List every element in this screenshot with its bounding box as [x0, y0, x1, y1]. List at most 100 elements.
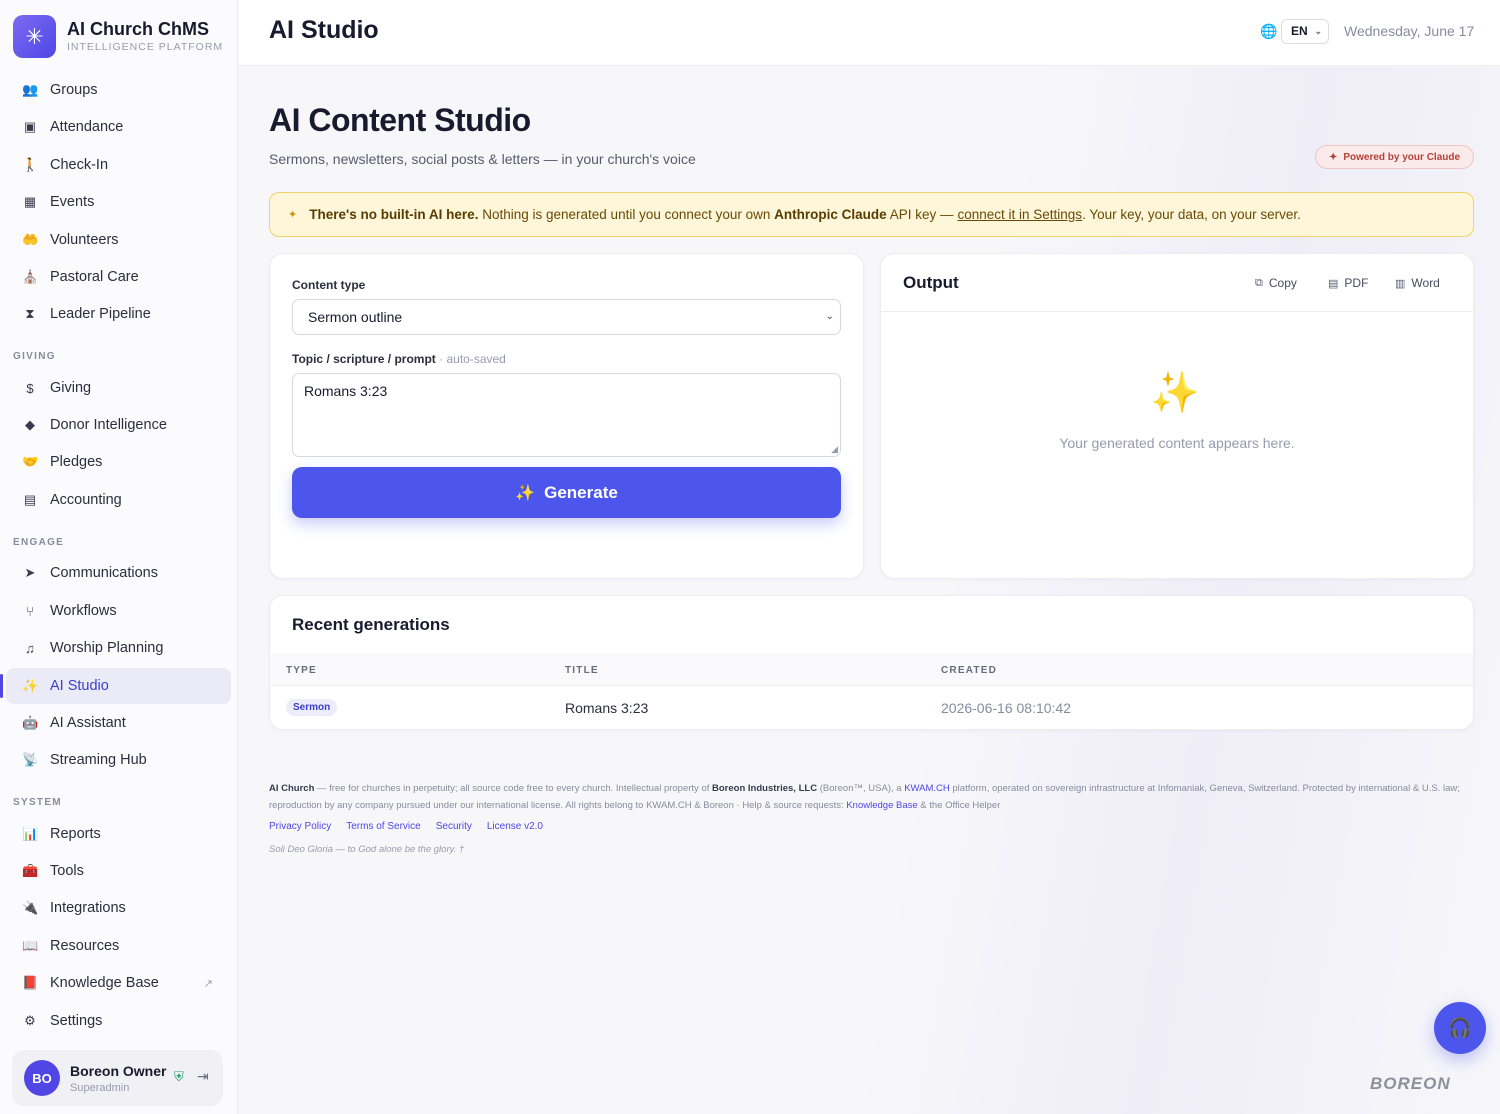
sidebar-item-check-in[interactable]: 🚶 Check-In [6, 147, 231, 183]
pdf-icon: ▤ [1328, 277, 1339, 290]
pastoral-care-icon: ⛪ [22, 269, 39, 284]
license-link[interactable]: License v2.0 [487, 821, 543, 832]
user-role: Superadmin [70, 1081, 130, 1094]
sidebar-item-label: Groups [50, 82, 98, 98]
sidebar-item-resources[interactable]: 📖 Resources [6, 928, 231, 964]
sidebar-item-leader-pipeline[interactable]: ⧗ Leader Pipeline [6, 296, 231, 332]
user-name: Boreon Owner [70, 1062, 167, 1079]
column-header-type: TYPE [286, 665, 317, 676]
headset-icon: 🎧 [1448, 1018, 1472, 1039]
prompt-textarea[interactable]: Romans 3:23 ◢ [292, 373, 841, 457]
help-chat-button[interactable]: 🎧 [1434, 1002, 1486, 1054]
sidebar-item-events[interactable]: ▦ Events [6, 184, 231, 220]
row-created: 2026-06-16 08:10:42 [941, 700, 1071, 716]
pdf-label: PDF [1344, 276, 1369, 290]
sidebar-item-workflows[interactable]: ⑂ Workflows [6, 593, 231, 629]
boreon-watermark: BOREON [1370, 1074, 1451, 1093]
row-title[interactable]: Romans 3:23 [565, 700, 648, 716]
sidebar-item-label: Leader Pipeline [50, 306, 151, 322]
sidebar-item-label: Giving [50, 380, 92, 396]
avatar: BO [24, 1060, 60, 1096]
sidebar-item-label: AI Studio [50, 678, 109, 694]
settings-link[interactable]: connect it in Settings [957, 207, 1082, 222]
sidebar-item-volunteers[interactable]: 🤲 Volunteers [6, 222, 231, 258]
sidebar-item-reports[interactable]: 📊 Reports [6, 816, 231, 852]
no-ai-notice: ✦ There's no built-in AI here. Nothing i… [269, 192, 1474, 237]
plug-icon: 🔌 [22, 900, 39, 915]
sidebar-item-label: Accounting [50, 492, 122, 508]
kwam-link[interactable]: KWAM.CH [904, 783, 950, 794]
copy-button[interactable]: ⧉ Copy [1255, 276, 1297, 290]
resize-handle-icon[interactable]: ◢ [831, 444, 838, 455]
knowledge-book-icon: 📕 [22, 975, 39, 990]
sidebar-item-streaming-hub[interactable]: 📡 Streaming Hub [6, 742, 231, 778]
page-heading: AI Content Studio [269, 102, 531, 138]
sidebar-item-label: Integrations [50, 900, 126, 916]
sidebar-item-attendance[interactable]: ▣ Attendance [6, 109, 231, 145]
brand[interactable]: ✳ AI Church ChMS INTELLIGENCE PLATFORM [13, 15, 223, 58]
sidebar-item-label: Reports [50, 826, 101, 842]
sidebar-item-label: Volunteers [50, 232, 119, 248]
generate-button[interactable]: ✨ Generate [292, 467, 841, 518]
sidebar-item-accounting[interactable]: ▤ Accounting [6, 482, 231, 518]
section-label-system: SYSTEM [13, 797, 62, 808]
brand-logo-icon: ✳ [13, 15, 56, 58]
sidebar-item-label: Donor Intelligence [50, 417, 167, 433]
sidebar-item-groups[interactable]: 👥 Groups [6, 72, 231, 108]
check-in-icon: 🚶 [22, 157, 39, 172]
divider [881, 311, 1473, 312]
chart-icon: 📊 [22, 826, 39, 841]
security-link[interactable]: Security [436, 821, 472, 832]
sidebar-item-label: Events [50, 194, 95, 210]
sidebar: ✳ AI Church ChMS INTELLIGENCE PLATFORM 👥… [0, 0, 238, 1114]
section-label-giving: GIVING [13, 351, 56, 362]
sparkle-icon: ✦ [288, 209, 298, 221]
calendar-icon: ▦ [23, 194, 37, 209]
generation-form: Content type Sermon outline ⌄ Topic / scr… [269, 253, 864, 579]
sidebar-item-label: Settings [50, 1013, 103, 1029]
language-select[interactable]: EN ⌄ [1281, 19, 1329, 44]
sidebar-item-integrations[interactable]: 🔌 Integrations [6, 890, 231, 926]
footer-text-part: (Boreon™, USA), a [819, 783, 902, 794]
knowledge-base-link[interactable]: Knowledge Base [846, 800, 917, 811]
content-type-label: Content type [292, 278, 366, 292]
content-type-value: Sermon outline [308, 309, 403, 325]
pdf-button[interactable]: ▤ PDF [1328, 276, 1368, 290]
privacy-policy-link[interactable]: Privacy Policy [269, 821, 331, 832]
sidebar-item-label: Workflows [50, 603, 117, 619]
calculator-icon: ▤ [23, 492, 37, 507]
sidebar-item-ai-studio[interactable]: ✨ AI Studio [0, 668, 231, 704]
footer-links: Privacy Policy Terms of Service Security… [269, 821, 543, 832]
sidebar-item-pledges[interactable]: 🤝 Pledges [6, 444, 231, 480]
terms-of-service-link[interactable]: Terms of Service [346, 821, 420, 832]
sidebar-item-settings[interactable]: ⚙ Settings [6, 1003, 231, 1039]
prompt-label: Topic / scripture / prompt · auto-saved [292, 352, 506, 366]
content-type-select[interactable]: Sermon outline ⌄ [292, 299, 841, 335]
sidebar-item-ai-assistant[interactable]: 🤖 AI Assistant [6, 705, 231, 741]
prompt-value: Romans 3:23 [304, 383, 388, 399]
sidebar-item-label: Pledges [50, 454, 103, 470]
user-card[interactable]: BO Boreon Owner Superadmin ⛨ ⇥ [12, 1050, 223, 1106]
sidebar-item-label: Pastoral Care [50, 269, 139, 285]
powered-badge-label: Powered by your Claude [1343, 151, 1461, 163]
gear-icon: ⚙ [24, 1013, 36, 1028]
sidebar-item-pastoral-care[interactable]: ⛪ Pastoral Care [6, 259, 231, 295]
sidebar-item-giving[interactable]: $ Giving [6, 370, 231, 406]
dollar-icon: $ [26, 380, 34, 396]
broadcast-icon: 📡 [22, 752, 39, 767]
copy-label: Copy [1268, 276, 1297, 290]
sidebar-item-knowledge-base[interactable]: 📕 Knowledge Base ↗ [6, 965, 231, 1001]
footer-text: AI Church — free for churches in perpetu… [269, 780, 1469, 814]
workflow-icon: ⑂ [26, 603, 34, 619]
sidebar-item-worship-planning[interactable]: ♫ Worship Planning [6, 630, 231, 666]
sidebar-item-label: Communications [50, 565, 158, 581]
chevron-down-icon: ⌄ [825, 311, 834, 322]
sidebar-item-label: Knowledge Base [50, 975, 159, 991]
sidebar-item-tools[interactable]: 🧰 Tools [6, 853, 231, 889]
sidebar-item-donor-intelligence[interactable]: ◆ Donor Intelligence [6, 407, 231, 443]
word-button[interactable]: ▥ Word [1395, 276, 1440, 290]
sidebar-item-label: Tools [50, 863, 84, 879]
sidebar-item-communications[interactable]: ➤ Communications [6, 555, 231, 591]
main-content: AI Content Studio Sermons, newsletters, … [239, 67, 1500, 1114]
logout-icon[interactable]: ⇥ [197, 1068, 209, 1085]
